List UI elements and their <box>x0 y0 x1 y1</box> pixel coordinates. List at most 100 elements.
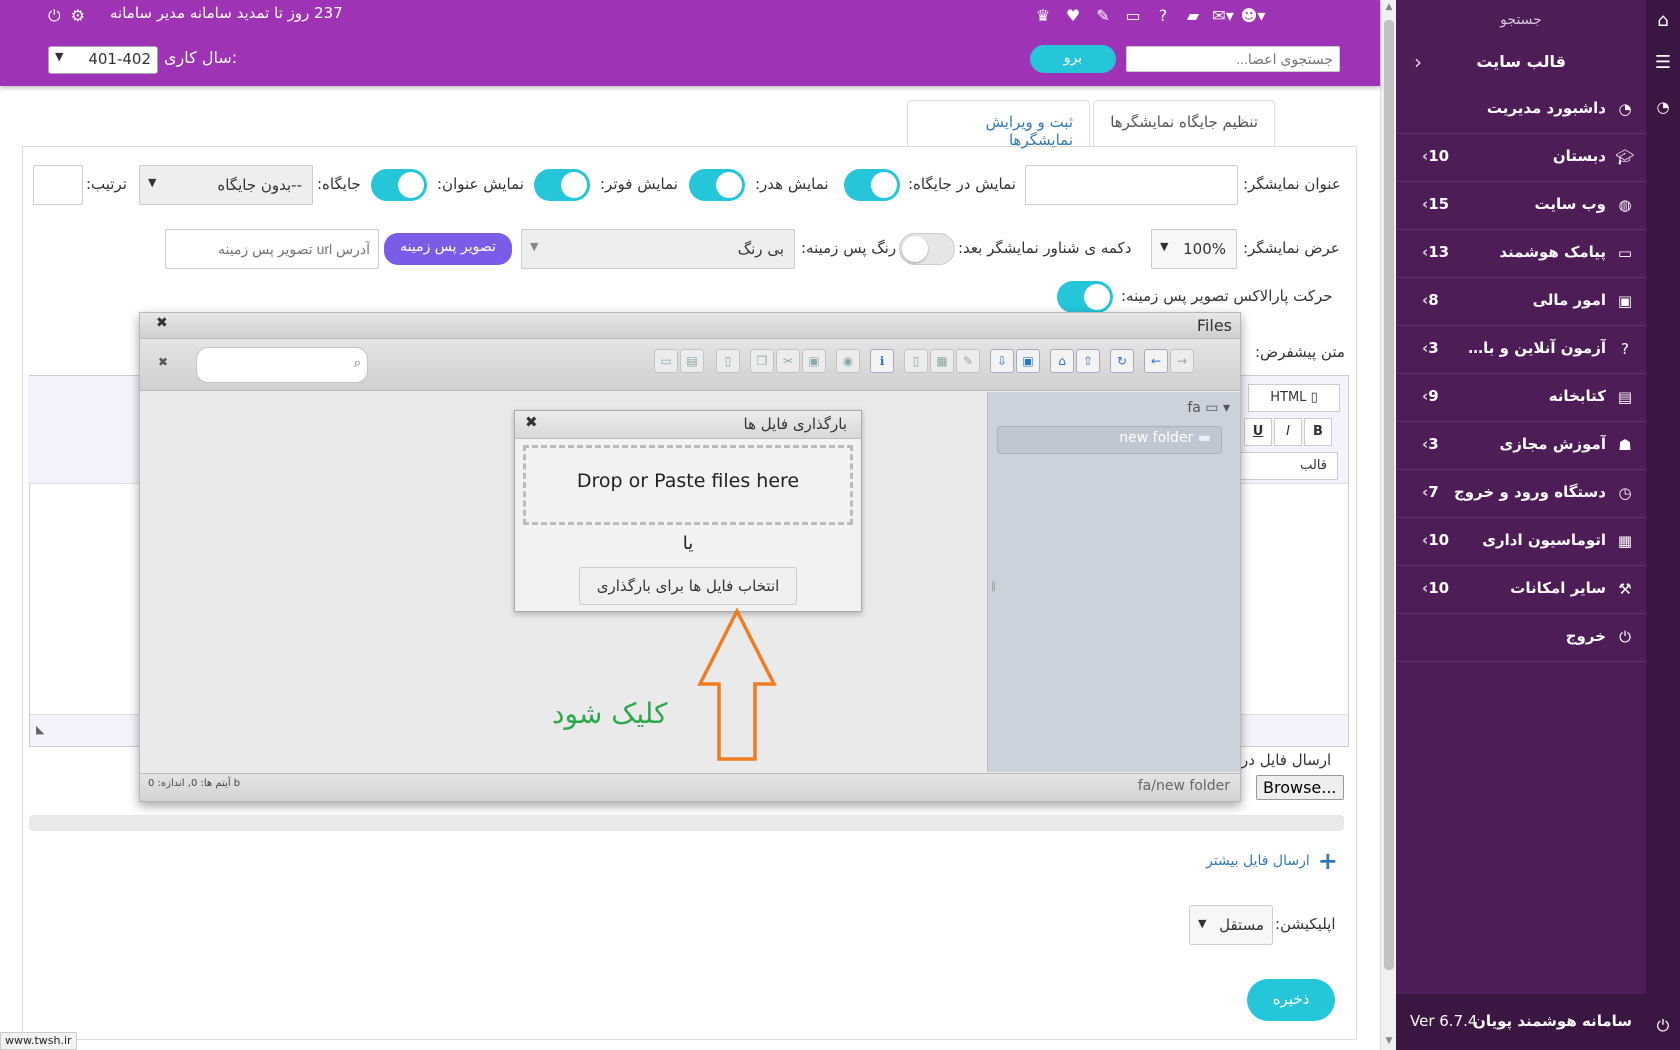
sidebar-item-label: پیامک هوشمند <box>1499 243 1606 261</box>
dashboard-icon[interactable]: ◔ <box>1646 98 1680 116</box>
search-clear-icon[interactable]: ✖ <box>158 355 168 369</box>
copy-icon[interactable]: ❐ <box>750 349 774 373</box>
floating-button-toggle[interactable] <box>899 233 955 265</box>
forward-icon[interactable]: → <box>1170 349 1194 373</box>
resize-handle-icon[interactable]: ◣ <box>36 723 44 736</box>
reload-icon[interactable]: ↻ <box>1110 349 1134 373</box>
chevron-down-icon: ▼ <box>148 176 157 189</box>
sidebar-item-e-learning[interactable]: ☗ آموزش مجازی ‹3 <box>1396 422 1646 470</box>
show-title-toggle[interactable] <box>371 169 427 201</box>
member-search-input[interactable] <box>1126 46 1340 72</box>
show-footer-toggle[interactable] <box>534 169 590 201</box>
files-statusbar: آیتم ها: 0, اندازه: 0 b fa/new folder <box>140 773 1240 801</box>
power-icon[interactable]: ⏻ <box>1646 1016 1680 1036</box>
tab-register-edit-displays[interactable]: ثبت و ویرایش نمایشگرها <box>907 100 1090 149</box>
save-icon[interactable]: ▣ <box>1016 349 1040 373</box>
sidebar-item-website[interactable]: ◍ وب سایت ‹15 <box>1396 182 1646 230</box>
info-icon[interactable]: ℹ <box>870 349 894 373</box>
sidebar-item-finance[interactable]: ▣ امور مالی ‹8 <box>1396 278 1646 326</box>
scroll-up-arrow-icon[interactable]: ▲ <box>1381 2 1397 12</box>
sidebar-item-online-exam[interactable]: ? آزمون آنلاین و بانک سوالات ‹3 <box>1396 326 1646 374</box>
format-select[interactable]: قالب <box>1238 452 1338 480</box>
sidebar-theme-row[interactable]: قالب سایت ‹ <box>1396 48 1646 78</box>
scrollbar-thumb[interactable] <box>1384 20 1394 970</box>
edit-icon[interactable]: ✎ <box>1088 6 1118 25</box>
show-in-position-toggle[interactable] <box>844 169 900 201</box>
display-width-select[interactable]: 100% ▼ <box>1151 229 1237 269</box>
default-text-label: متن پیشفرض: <box>1255 343 1345 361</box>
bg-color-select[interactable]: بی رنگ ▼ <box>521 229 795 269</box>
award-icon[interactable]: ♛ <box>1028 6 1058 25</box>
sidebar-item-dashboard[interactable]: ◔ داشبورد مدیریت <box>1396 86 1646 134</box>
gears-icon[interactable]: ⚙ <box>71 6 85 25</box>
page-scrollbar[interactable]: ▲ ▼ <box>1380 0 1396 1050</box>
close-icon[interactable]: ✖ <box>525 413 538 431</box>
extract-icon[interactable]: ▯ <box>904 349 928 373</box>
sidebar-item-library[interactable]: ▤ کتابخانه ‹9 <box>1396 374 1646 422</box>
sidebar-item-attendance[interactable]: ◷ دستگاه ورود و خروج ‹7 <box>1396 470 1646 518</box>
files-dialog-titlebar[interactable]: Files ✖ <box>140 313 1240 339</box>
sidebar-item-office-automation[interactable]: ▦ اتوماسیون اداری ‹10 <box>1396 518 1646 566</box>
sidebar-item-count: ‹7 <box>1422 483 1439 501</box>
power-icon[interactable]: ⏻ <box>48 6 61 25</box>
order-input[interactable] <box>33 165 83 205</box>
view-list-icon[interactable]: ▤ <box>680 349 704 373</box>
up-folder-icon[interactable]: ⇧ <box>1076 349 1100 373</box>
scroll-down-arrow-icon[interactable]: ▼ <box>1381 1036 1397 1046</box>
parallax-toggle[interactable] <box>1057 281 1113 313</box>
upload-dialog: بارگذاری فایل ها ✖ Drop or Paste files h… <box>514 410 862 612</box>
help-icon[interactable]: ? <box>1148 6 1178 25</box>
close-icon[interactable]: ✖ <box>156 315 168 331</box>
sidebar-item-other[interactable]: ⚒ سایر امکانات ‹10 <box>1396 566 1646 614</box>
italic-button[interactable]: I <box>1274 418 1302 446</box>
sidebar-search[interactable]: جستجو <box>1396 12 1646 28</box>
sort-icon[interactable]: ▯ <box>716 349 740 373</box>
position-select[interactable]: --بدون جایگاه ▼ <box>139 165 313 205</box>
sidebar-item-count: ‹8 <box>1422 291 1439 309</box>
pane-resize-handle[interactable]: ‖ <box>991 581 996 592</box>
bold-button[interactable]: B <box>1304 418 1332 446</box>
show-header-toggle[interactable] <box>689 169 745 201</box>
bg-url-input[interactable] <box>165 229 379 269</box>
choose-files-button[interactable]: انتخاب فایل ها برای بارگذاری <box>579 567 797 605</box>
back-icon[interactable]: ← <box>1144 349 1168 373</box>
sidebar-item-school[interactable]: 🎓︎ دبستان ‹10 <box>1396 134 1646 182</box>
tree-root-fa[interactable]: fa ▭ ▾ <box>1187 400 1230 416</box>
heartbeat-icon[interactable]: ♥ <box>1058 6 1088 25</box>
edit-file-icon[interactable]: ✎ <box>956 349 980 373</box>
home-icon[interactable]: ⌂ <box>1646 10 1680 31</box>
paste-icon[interactable]: ▣ <box>802 349 826 373</box>
upload-dialog-titlebar[interactable]: بارگذاری فایل ها ✖ <box>515 411 861 439</box>
underline-button[interactable]: U <box>1244 418 1272 446</box>
year-select[interactable]: 401-402 ▼ <box>48 46 158 74</box>
upload-dialog-title: بارگذاری فایل ها <box>743 415 847 433</box>
ticket-icon[interactable]: ▭ <box>1118 6 1148 25</box>
user-icon[interactable]: ☻▾ <box>1238 6 1268 25</box>
envelope-icon[interactable]: ✉▾ <box>1208 6 1238 25</box>
graduation-cap-icon: 🎓︎ <box>1615 148 1635 166</box>
folder-open-icon[interactable]: ▰ <box>1178 6 1208 25</box>
archive-icon[interactable]: ▦ <box>930 349 954 373</box>
home-icon[interactable]: ⌂ <box>1050 349 1074 373</box>
tree-folder-new-folder[interactable]: new folder ▬ <box>997 426 1222 454</box>
bg-image-button[interactable]: تصویر پس زمینه <box>384 233 512 265</box>
more-files-link[interactable]: +ارسال فایل بیشتر <box>1206 843 1338 875</box>
browse-button[interactable]: Browse... <box>1256 775 1344 800</box>
tab-position-settings[interactable]: تنظیم جایگاه نمایشگرها <box>1093 100 1275 146</box>
sidebar-item-label: سایر امکانات <box>1510 579 1606 597</box>
sidebar-item-logout[interactable]: ⏻ خروج <box>1396 614 1646 662</box>
preview-icon[interactable]: ◉ <box>836 349 860 373</box>
cut-icon[interactable]: ✂ <box>776 349 800 373</box>
display-title-input[interactable] <box>1025 165 1238 205</box>
files-search-input[interactable]: ⌕ <box>196 347 368 383</box>
view-icons-icon[interactable]: ▭ <box>654 349 678 373</box>
save-button[interactable]: ذخیره <box>1247 979 1335 1021</box>
application-select[interactable]: مستقل ▼ <box>1189 905 1273 945</box>
download-icon[interactable]: ⇩ <box>990 349 1014 373</box>
theme-label: قالب سایت <box>1476 52 1566 71</box>
menu-icon[interactable]: ☰ <box>1646 52 1680 73</box>
drop-zone[interactable]: Drop or Paste files here <box>523 445 853 525</box>
sidebar-item-sms[interactable]: ▭ پیامک هوشمند ‹13 <box>1396 230 1646 278</box>
html-source-button[interactable]: HTML ▯ <box>1248 384 1340 412</box>
go-button[interactable]: برو <box>1030 45 1116 73</box>
